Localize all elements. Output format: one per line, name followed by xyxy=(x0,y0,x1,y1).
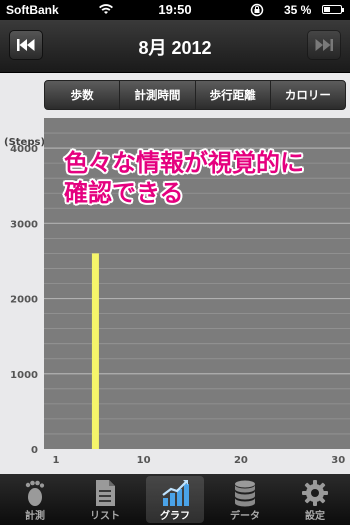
tab-measure[interactable]: 計測 xyxy=(0,474,70,525)
tab-label: リスト xyxy=(90,511,120,522)
page-title: 8月 2012 xyxy=(138,38,212,58)
y-tick-label: 1000 xyxy=(10,370,38,381)
y-tick-label: 3000 xyxy=(10,219,38,230)
status-bar: SoftBank 19:50 35 % xyxy=(0,0,350,20)
rotation-lock-icon xyxy=(250,3,264,20)
x-tick-label: 30 xyxy=(331,455,345,466)
skip-next-icon xyxy=(315,39,333,51)
data-bar xyxy=(91,253,99,449)
next-month-button[interactable] xyxy=(307,30,341,60)
navigation-bar: 8月 2012 xyxy=(0,20,350,73)
tab-label: 計測 xyxy=(25,511,45,522)
annotation-line-1: 色々な情報が視覚的に xyxy=(64,149,304,177)
segment-calories[interactable]: カロリー xyxy=(271,81,345,109)
chart-icon xyxy=(162,480,189,506)
segment-distance[interactable]: 歩行距離 xyxy=(196,81,271,109)
gear-icon xyxy=(302,480,328,506)
tab-settings[interactable]: 設定 xyxy=(280,474,350,525)
tab-label: グラフ xyxy=(160,511,190,522)
x-tick-label: 10 xyxy=(137,455,151,466)
y-tick-label: 2000 xyxy=(10,295,38,306)
tab-list[interactable]: リスト xyxy=(70,474,140,525)
tab-label: 設定 xyxy=(305,511,325,522)
database-icon xyxy=(235,480,255,507)
feature-annotation: 色々な情報が視覚的に 確認できる xyxy=(64,148,334,208)
tab-data[interactable]: データ xyxy=(210,474,280,525)
segment-time[interactable]: 計測時間 xyxy=(120,81,196,109)
x-tick-label: 20 xyxy=(234,455,248,466)
y-tick-label: 0 xyxy=(31,445,38,456)
battery-icon xyxy=(322,5,344,14)
y-tick-label: 4000 xyxy=(10,144,38,155)
x-tick-label: 1 xyxy=(53,455,60,466)
annotation-line-2: 確認できる xyxy=(64,179,184,207)
footprint-icon xyxy=(25,480,45,506)
metric-segmented-control: 歩数 計測時間 歩行距離 カロリー xyxy=(44,80,346,110)
segment-steps[interactable]: 歩数 xyxy=(45,81,121,109)
tab-bar: 計測 リスト グラフ データ 設定 xyxy=(0,474,350,525)
document-icon xyxy=(96,480,115,506)
battery-percent: 35 % xyxy=(284,3,312,17)
tab-graph[interactable]: グラフ xyxy=(140,474,210,525)
tab-label: データ xyxy=(230,511,260,522)
